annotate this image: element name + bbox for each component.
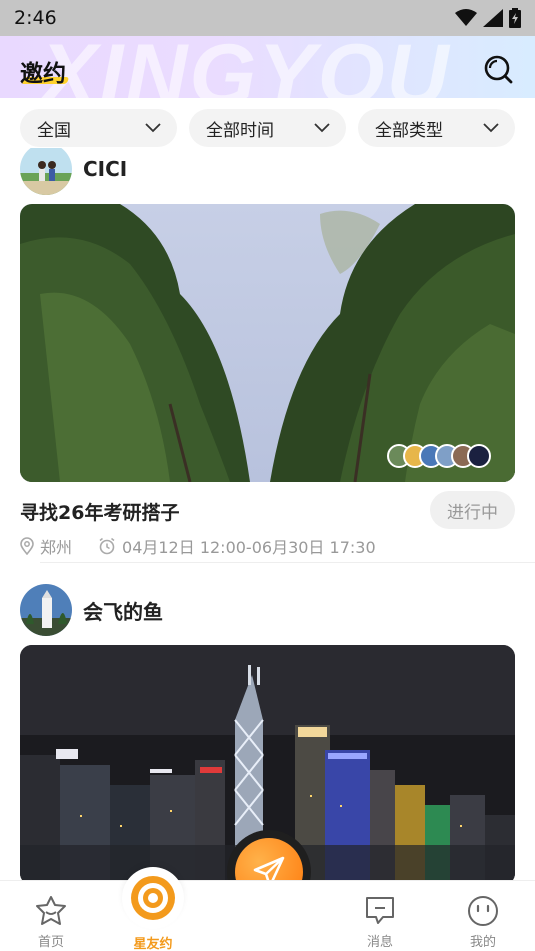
status-badge: 进行中 xyxy=(430,491,515,529)
tab-star-friends[interactable]: 星友约 xyxy=(122,867,184,951)
post-author[interactable]: CICI xyxy=(20,148,515,195)
avatar[interactable] xyxy=(20,584,72,636)
header-watermark: XINGYOU xyxy=(40,36,451,98)
post-author[interactable]: 会飞的鱼 xyxy=(20,584,515,636)
tab-home[interactable]: 首页 xyxy=(20,895,82,950)
tab-messages-label: 消息 xyxy=(366,935,393,950)
avatar[interactable] xyxy=(20,148,72,195)
username[interactable]: 会飞的鱼 xyxy=(83,596,163,625)
planet-icon xyxy=(131,876,175,920)
wifi-icon xyxy=(455,9,477,26)
filter-type[interactable]: 全部类型 xyxy=(358,109,515,147)
post-photo[interactable] xyxy=(20,204,515,482)
filter-type-label: 全部类型 xyxy=(375,120,443,141)
status-icons xyxy=(455,8,521,28)
status-bar: 2:46 xyxy=(0,0,535,36)
tab-messages[interactable]: 消息 xyxy=(349,895,411,950)
tab-profile[interactable]: 我的 xyxy=(452,895,514,950)
filter-time-label: 全部时间 xyxy=(206,120,274,141)
chevron-down-icon xyxy=(314,123,330,133)
post-time-text: 04月12日 12:00-06月30日 17:30 xyxy=(122,538,376,557)
filter-region-label: 全国 xyxy=(37,120,71,141)
tab-profile-label: 我的 xyxy=(469,935,496,950)
post-meta: 郑州 04月12日 12:00-06月30日 17:30 xyxy=(20,534,515,558)
message-icon xyxy=(366,897,394,924)
chevron-down-icon xyxy=(483,123,499,133)
filter-bar: 全国 全部时间 全部类型 xyxy=(0,109,535,149)
username[interactable]: CICI xyxy=(83,157,127,181)
invitation-feed[interactable]: CICI 寻找26年考研搭子 郑州 04月12日 12:00-06月30日 17… xyxy=(0,148,535,880)
search-icon xyxy=(484,55,513,84)
page-title: 邀约 xyxy=(20,61,66,87)
tab-star-bubble xyxy=(122,867,184,929)
smile-icon xyxy=(468,896,498,926)
tab-home-label: 首页 xyxy=(37,935,64,950)
battery-icon xyxy=(509,8,521,28)
bottom-tab-bar: 首页 星友约 消息 我的 xyxy=(0,867,535,951)
tab-star-label: 星友约 xyxy=(133,937,173,951)
filter-time[interactable]: 全部时间 xyxy=(189,109,346,147)
search-button[interactable] xyxy=(483,54,513,84)
post-location-text: 郑州 xyxy=(40,538,73,557)
post-location: 郑州 xyxy=(20,534,72,558)
post-card[interactable]: CICI 寻找26年考研搭子 郑州 04月12日 12:00-06月30日 17… xyxy=(20,148,535,563)
location-pin-icon xyxy=(20,537,34,555)
post-time: 04月12日 12:00-06月30日 17:30 xyxy=(98,534,376,558)
alarm-clock-icon xyxy=(99,537,115,555)
post-divider xyxy=(40,562,535,563)
participant-avatars[interactable] xyxy=(387,444,491,468)
participant-avatar xyxy=(467,444,491,468)
app-header: XINGYOU 邀约 xyxy=(0,36,535,98)
home-icon xyxy=(36,896,66,925)
chevron-down-icon xyxy=(145,123,161,133)
filter-region[interactable]: 全国 xyxy=(20,109,177,147)
signal-icon xyxy=(483,9,503,27)
status-time: 2:46 xyxy=(14,7,57,29)
